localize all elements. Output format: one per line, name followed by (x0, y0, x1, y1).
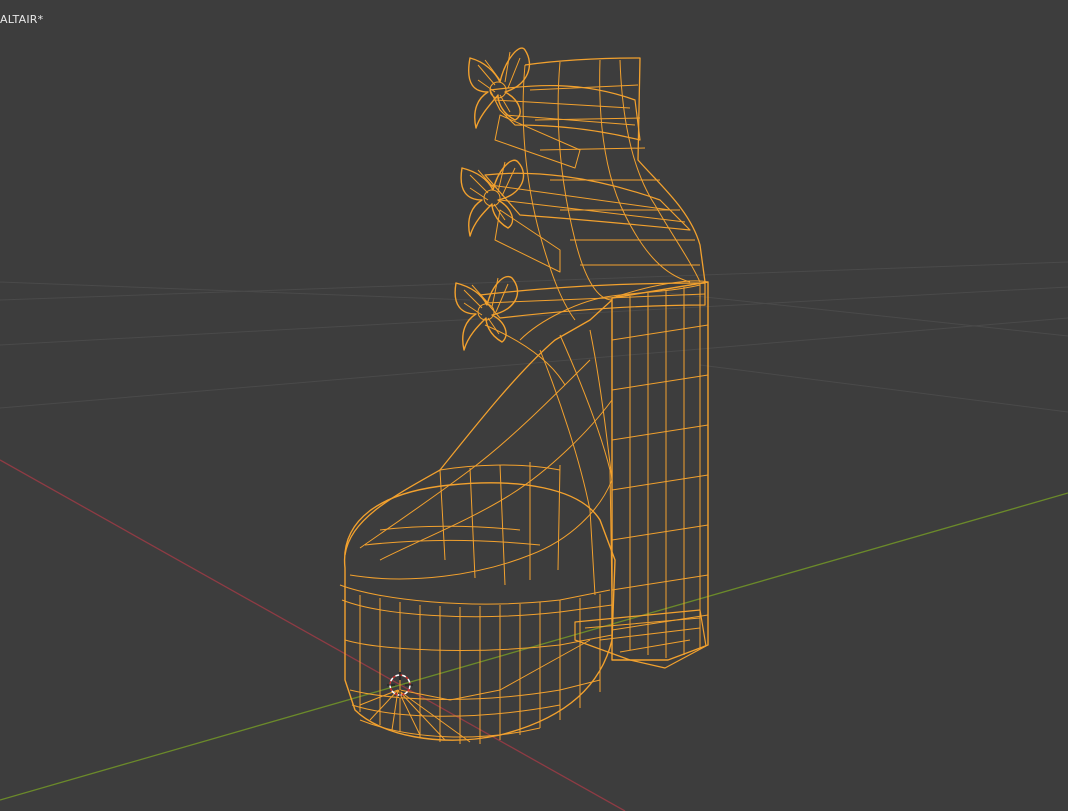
floor-grid (0, 261, 1068, 413)
active-object-label: ALTAIR* (0, 13, 44, 26)
shoe-wireframe-icon[interactable] (339, 47, 709, 744)
y-axis-line (0, 492, 1068, 801)
bow-middle (460, 159, 525, 237)
bow-bottom (454, 275, 519, 351)
viewport-canvas[interactable] (0, 0, 1068, 811)
x-axis-line (0, 459, 626, 811)
3d-viewport[interactable]: ALTAIR* (0, 0, 1068, 811)
